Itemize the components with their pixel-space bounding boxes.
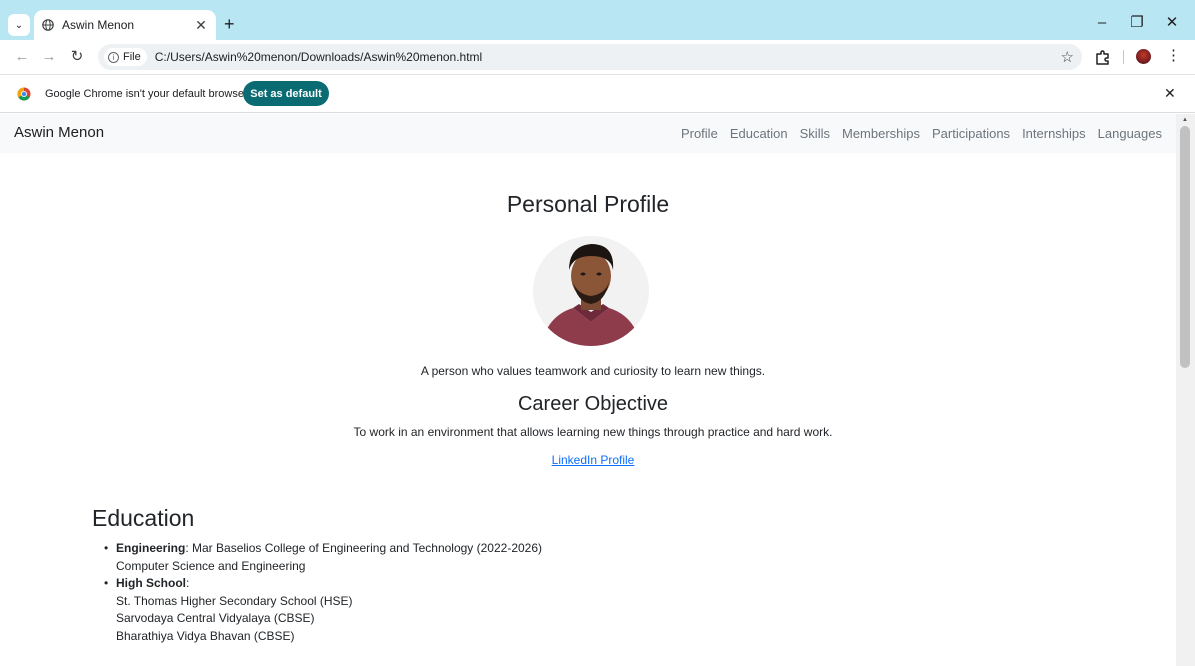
nav-link-languages[interactable]: Languages xyxy=(1098,126,1162,141)
infobar-message: Google Chrome isn't your default browser xyxy=(45,88,248,100)
profile-avatar[interactable] xyxy=(1136,49,1151,64)
nav-link-memberships[interactable]: Memberships xyxy=(842,126,920,141)
page-scrollbar[interactable]: ▲ xyxy=(1176,114,1195,666)
education-list: Engineering: Mar Baselios College of Eng… xyxy=(104,540,543,645)
nav-links: Profile Education Skills Memberships Par… xyxy=(681,126,1162,141)
forward-arrow-icon[interactable]: → xyxy=(40,48,58,66)
nav-link-skills[interactable]: Skills xyxy=(800,126,830,141)
career-objective-heading: Career Objective xyxy=(517,393,669,415)
address-bar[interactable]: i File C:/Users/Aswin%20menon/Downloads/… xyxy=(98,44,1082,70)
chevron-down-icon: ⌄ xyxy=(14,19,24,31)
scroll-up-icon[interactable]: ▲ xyxy=(1182,117,1188,123)
extensions-icon[interactable] xyxy=(1094,48,1112,66)
education-label: Engineering xyxy=(116,541,186,555)
url-text[interactable]: C:/Users/Aswin%20menon/Downloads/Aswin%2… xyxy=(155,50,1061,64)
education-detail: : xyxy=(186,576,190,590)
reload-icon[interactable]: ↻ xyxy=(68,48,86,66)
education-label: High School xyxy=(116,576,186,590)
education-line: Sarvodaya Central Vidyalaya (CBSE) xyxy=(116,611,315,625)
toolbar-separator xyxy=(1123,50,1124,64)
education-detail: : Mar Baselios College of Engineering an… xyxy=(185,541,543,555)
window-close-button[interactable]: ✕ xyxy=(1162,14,1182,32)
minimize-button[interactable]: – xyxy=(1092,14,1112,32)
education-line: Bharathiya Vidya Bhavan (CBSE) xyxy=(116,628,295,643)
page-viewport: Aswin Menon Profile Education Skills Mem… xyxy=(0,114,1195,666)
list-item: Engineering: Mar Baselios College of Eng… xyxy=(104,540,543,558)
site-info-chip[interactable]: i File xyxy=(104,48,147,66)
nav-link-profile[interactable]: Profile xyxy=(681,126,718,141)
list-item: High School: xyxy=(104,575,542,593)
personal-profile-heading: Personal Profile xyxy=(506,191,670,217)
default-browser-infobar: Google Chrome isn't your default browser… xyxy=(0,74,1195,113)
nav-link-education[interactable]: Education xyxy=(730,126,788,141)
restore-button[interactable]: ❐ xyxy=(1127,14,1147,32)
star-icon[interactable]: ☆ xyxy=(1061,48,1074,66)
nav-link-internships[interactable]: Internships xyxy=(1022,126,1086,141)
infobar-close-icon[interactable]: ✕ xyxy=(1164,85,1176,102)
back-arrow-icon[interactable]: ← xyxy=(13,48,31,66)
chrome-logo-icon xyxy=(17,87,31,101)
set-as-default-button[interactable]: Set as default xyxy=(243,81,329,106)
site-brand[interactable]: Aswin Menon xyxy=(14,124,104,141)
profile-photo xyxy=(533,236,649,346)
info-icon: i xyxy=(108,51,119,63)
new-tab-button[interactable]: + xyxy=(224,14,235,34)
tab-strip: ⌄ Aswin Menon ✕ + – ❐ ✕ xyxy=(0,0,1195,40)
tab-search-button[interactable]: ⌄ xyxy=(8,14,30,36)
linkedin-profile-link[interactable]: LinkedIn Profile xyxy=(552,453,635,467)
browser-tab[interactable]: Aswin Menon ✕ xyxy=(34,10,216,40)
education-line: Computer Science and Engineering xyxy=(116,558,306,573)
file-chip-label: File xyxy=(123,51,141,63)
nav-link-participations[interactable]: Participations xyxy=(932,126,1010,141)
profile-tagline: A person who values teamwork and curiosi… xyxy=(420,364,766,378)
education-line: St. Thomas Higher Secondary School (HSE) xyxy=(116,593,353,608)
tab-title: Aswin Menon xyxy=(62,18,135,32)
site-navbar: Aswin Menon Profile Education Skills Mem… xyxy=(0,114,1176,153)
scroll-thumb[interactable] xyxy=(1180,126,1190,368)
career-objective-text: To work in an environment that allows le… xyxy=(353,425,833,439)
browser-toolbar: ← → ↻ i File C:/Users/Aswin%20menon/Down… xyxy=(0,40,1195,74)
education-heading: Education xyxy=(92,505,195,531)
more-menu-icon[interactable]: ⋮ xyxy=(1166,47,1181,65)
globe-icon xyxy=(42,19,54,31)
close-icon[interactable]: ✕ xyxy=(194,17,208,34)
